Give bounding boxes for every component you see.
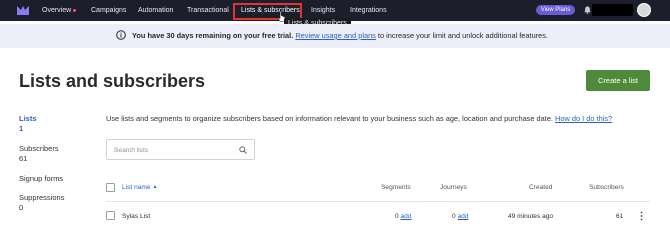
sidebar-item-signup-forms[interactable]: Signup forms xyxy=(19,174,63,184)
list-name-cell[interactable]: Sylas List xyxy=(122,212,150,221)
sidebar-item-count: 0 xyxy=(19,203,24,212)
search-input[interactable]: Search lists xyxy=(106,139,255,160)
search-icon[interactable] xyxy=(239,146,247,154)
table-divider xyxy=(106,201,650,202)
view-plans-button[interactable]: View Plans xyxy=(536,5,575,15)
sidebar-item-count: 1 xyxy=(19,124,24,133)
trial-banner-bold: You have 30 days remaining on your free … xyxy=(132,31,294,40)
brand-logo-icon[interactable] xyxy=(17,5,29,15)
row-actions-icon[interactable] xyxy=(640,211,643,221)
nav-transactional[interactable]: Transactional xyxy=(187,6,229,15)
sidebar-item-label: Suppressions xyxy=(19,193,65,202)
select-all-checkbox[interactable] xyxy=(106,183,115,192)
account-name-redacted xyxy=(592,4,633,16)
nav-overview[interactable]: Overview xyxy=(42,6,71,15)
sidebar-item-label: Signup forms xyxy=(19,174,64,183)
segments-count: 0 xyxy=(395,213,399,220)
sidebar-item-count: 61 xyxy=(19,154,28,163)
column-header-label: List name xyxy=(122,184,151,191)
sidebar-item-label: Subscribers xyxy=(19,144,59,153)
info-icon xyxy=(116,30,126,40)
subscribers-cell: 61 xyxy=(616,213,624,220)
add-segment-link[interactable]: add xyxy=(401,213,412,220)
column-header-journeys: Journeys xyxy=(440,184,467,191)
trial-banner-text: You have 30 days remaining on your free … xyxy=(132,30,548,41)
notification-dot xyxy=(73,9,76,12)
nav-automation[interactable]: Automation xyxy=(138,6,173,15)
column-header-subscribers: Subscribers xyxy=(589,184,624,191)
column-header-segments: Segments xyxy=(381,184,411,191)
sort-ascending-icon: ▲ xyxy=(152,184,158,190)
help-link[interactable]: How do I do this? xyxy=(555,114,612,123)
nav-campaigns[interactable]: Campaigns xyxy=(91,6,126,15)
journeys-count: 0 xyxy=(452,213,456,220)
add-journey-link[interactable]: add xyxy=(458,213,469,220)
avatar[interactable] xyxy=(637,3,651,17)
page-title: Lists and subscribers xyxy=(19,71,206,91)
journeys-cell: 0 add xyxy=(452,212,469,221)
sidebar-item-label: Lists xyxy=(19,114,37,123)
nav-insights[interactable]: Insights xyxy=(311,6,335,15)
bell-icon[interactable] xyxy=(584,6,591,14)
intro-text: Use lists and segments to organize subsc… xyxy=(106,114,612,124)
sidebar-item-subscribers[interactable]: Subscribers 61 xyxy=(19,144,59,164)
sidebar-item-suppressions[interactable]: Suppressions 0 xyxy=(19,193,64,213)
nav-integrations[interactable]: Integrations xyxy=(350,6,387,15)
column-header-created: Created xyxy=(529,184,553,191)
search-placeholder: Search lists xyxy=(114,147,149,154)
segments-cell: 0 add xyxy=(395,212,412,221)
column-header-list-name[interactable]: List name ▲ xyxy=(122,183,157,192)
created-cell: 49 minutes ago xyxy=(508,213,554,220)
review-usage-link[interactable]: Review usage and plans xyxy=(295,31,376,40)
sidebar-item-lists[interactable]: Lists 1 xyxy=(19,114,37,134)
create-list-button[interactable]: Create a list xyxy=(586,70,650,91)
intro-description: Use lists and segments to organize subsc… xyxy=(106,114,553,123)
row-checkbox[interactable] xyxy=(106,211,115,220)
trial-banner-tail: to increase your limit and unlock additi… xyxy=(375,31,549,40)
